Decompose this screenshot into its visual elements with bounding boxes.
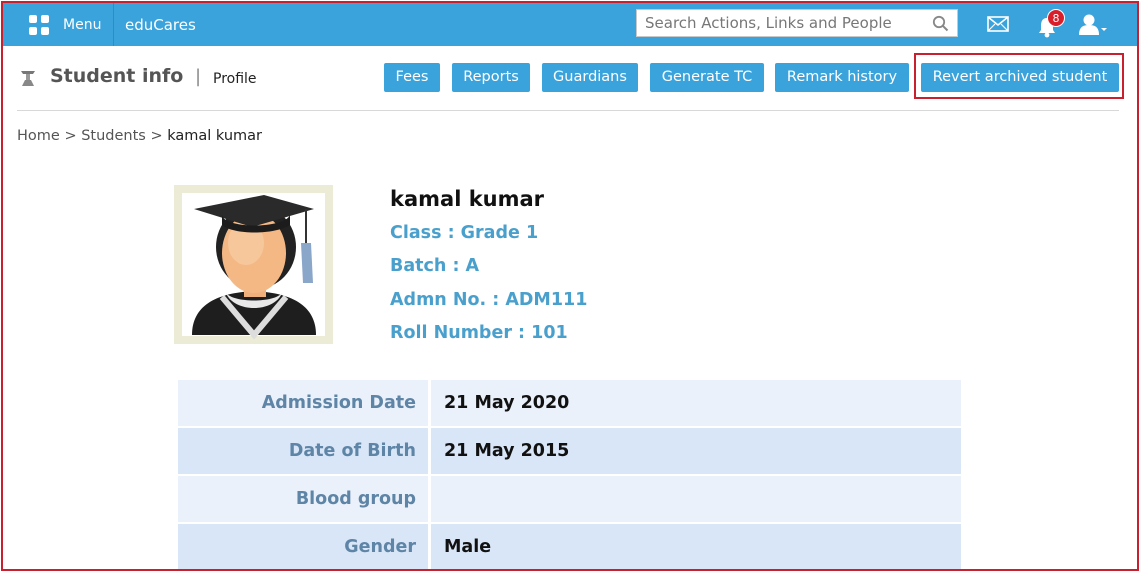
row-label: Blood group — [178, 476, 428, 522]
student-batch: Batch : A — [390, 256, 480, 276]
student-name: kamal kumar — [390, 187, 545, 211]
search-box — [636, 9, 958, 37]
fees-button[interactable]: Fees — [384, 63, 440, 92]
breadcrumb-home[interactable]: Home — [17, 128, 60, 144]
menu-label: Menu — [63, 16, 102, 33]
guardians-button[interactable]: Guardians — [542, 63, 638, 92]
menu-button[interactable]: Menu — [17, 3, 114, 46]
student-photo — [174, 185, 333, 344]
user-menu-button[interactable] — [1079, 14, 1109, 40]
search-input[interactable] — [637, 10, 925, 36]
reports-button[interactable]: Reports — [452, 63, 530, 92]
row-label: Date of Birth — [178, 428, 428, 474]
breadcrumb-separator: > — [150, 128, 163, 144]
brand-link[interactable]: eduCares — [125, 16, 196, 34]
student-admission-no: Admn No. : ADM111 — [390, 290, 588, 310]
row-label: Admission Date — [178, 380, 428, 426]
search-icon[interactable] — [932, 15, 949, 36]
student-avatar-icon — [182, 193, 325, 340]
table-row: Admission Date 21 May 2020 — [178, 380, 961, 426]
row-value — [431, 476, 961, 522]
breadcrumb-separator: > — [64, 128, 77, 144]
page-header: Student info | Profile Fees Reports Guar… — [3, 46, 1137, 112]
remark-history-button[interactable]: Remark history — [775, 63, 909, 92]
top-bar: Menu eduCares 8 — [3, 3, 1137, 46]
table-row: Date of Birth 21 May 2015 — [178, 428, 961, 474]
student-class: Class : Grade 1 — [390, 223, 539, 243]
breadcrumb: Home > Students > kamal kumar — [17, 128, 262, 144]
user-icon — [1079, 14, 1107, 35]
table-row: Blood group — [178, 476, 961, 522]
mail-icon[interactable] — [987, 16, 1009, 36]
breadcrumb-students[interactable]: Students — [81, 128, 146, 144]
table-row: Gender Male — [178, 524, 961, 569]
row-value: 21 May 2015 — [431, 428, 961, 474]
page-subtitle: Profile — [213, 71, 257, 87]
row-value: Male — [431, 524, 961, 569]
graduation-icon — [19, 68, 37, 92]
title-separator: | — [195, 66, 202, 87]
grid-icon — [29, 14, 49, 35]
student-roll-number: Roll Number : 101 — [390, 323, 568, 343]
generate-tc-button[interactable]: Generate TC — [650, 63, 764, 92]
header-divider — [17, 110, 1119, 111]
app-frame: Menu eduCares 8 — [1, 1, 1139, 571]
row-label: Gender — [178, 524, 428, 569]
row-value: 21 May 2020 — [431, 380, 961, 426]
breadcrumb-current: kamal kumar — [167, 128, 263, 144]
page-title: Student info — [50, 65, 184, 87]
highlight-box — [914, 53, 1124, 99]
notifications-button[interactable]: 8 — [1037, 9, 1065, 39]
notification-badge: 8 — [1047, 9, 1065, 27]
details-table: Admission Date 21 May 2020 Date of Birth… — [178, 380, 961, 569]
